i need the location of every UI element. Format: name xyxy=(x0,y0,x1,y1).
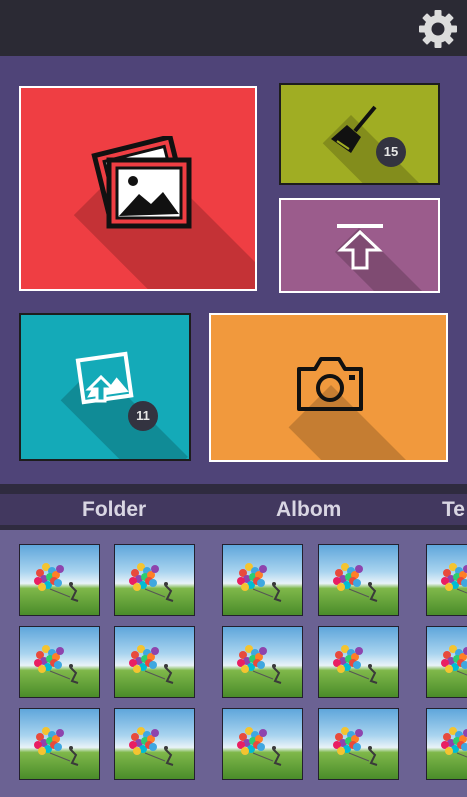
balloons-photo xyxy=(129,563,174,602)
tab-folder[interactable]: Folder xyxy=(82,498,146,522)
thumbnail-image[interactable] xyxy=(19,544,100,616)
balloons-photo xyxy=(441,645,467,676)
pictures-icon xyxy=(91,136,192,229)
tab-bar: Folder Albom Te xyxy=(0,494,467,530)
photo-upload-icon xyxy=(75,351,134,405)
thumbnail-image[interactable] xyxy=(114,626,195,698)
upload-arrow-icon xyxy=(337,224,383,270)
camera-icon xyxy=(297,357,363,411)
thumbnail-image[interactable] xyxy=(222,626,303,698)
thumbnail-image[interactable] xyxy=(114,544,195,616)
balloons-photo xyxy=(34,727,79,766)
thumbnail-grid xyxy=(0,530,467,797)
import-badge: 11 xyxy=(128,401,158,431)
thumbnail-image[interactable] xyxy=(222,708,303,780)
balloons-photo xyxy=(129,645,174,684)
thumbnail-image[interactable] xyxy=(426,708,467,780)
thumbnail-image[interactable] xyxy=(318,708,399,780)
gallery-tile[interactable] xyxy=(19,86,257,291)
thumbnail-image[interactable] xyxy=(114,708,195,780)
tab-albom[interactable]: Albom xyxy=(276,498,341,522)
camera-tile[interactable] xyxy=(209,313,448,462)
thumbnail-image[interactable] xyxy=(426,626,467,698)
divider xyxy=(0,484,467,494)
tile-panel: 15 11 xyxy=(0,56,467,484)
balloons-photo xyxy=(237,727,282,766)
import-tile[interactable]: 11 xyxy=(19,313,191,461)
balloons-photo xyxy=(237,563,282,602)
balloons-photo xyxy=(34,563,79,602)
thumbnail-image[interactable] xyxy=(19,626,100,698)
balloons-photo xyxy=(333,727,378,766)
thumbnail-image[interactable] xyxy=(222,544,303,616)
top-bar xyxy=(0,0,467,56)
thumbnail-image[interactable] xyxy=(19,708,100,780)
upload-tile[interactable] xyxy=(279,198,440,293)
balloons-photo xyxy=(237,645,282,684)
cleaner-badge: 15 xyxy=(376,137,406,167)
tab-third[interactable]: Te xyxy=(442,498,465,522)
thumbnail-image[interactable] xyxy=(426,544,467,616)
thumbnail-image[interactable] xyxy=(318,544,399,616)
balloons-photo xyxy=(333,645,378,684)
broom-icon xyxy=(331,105,377,153)
balloons-photo xyxy=(441,727,467,758)
balloons-photo xyxy=(333,563,378,602)
balloons-photo xyxy=(441,563,467,594)
gear-icon[interactable] xyxy=(417,8,459,50)
cleaner-tile[interactable]: 15 xyxy=(279,83,440,185)
balloons-photo xyxy=(129,727,174,766)
thumbnail-image[interactable] xyxy=(318,626,399,698)
balloons-photo xyxy=(34,645,79,684)
